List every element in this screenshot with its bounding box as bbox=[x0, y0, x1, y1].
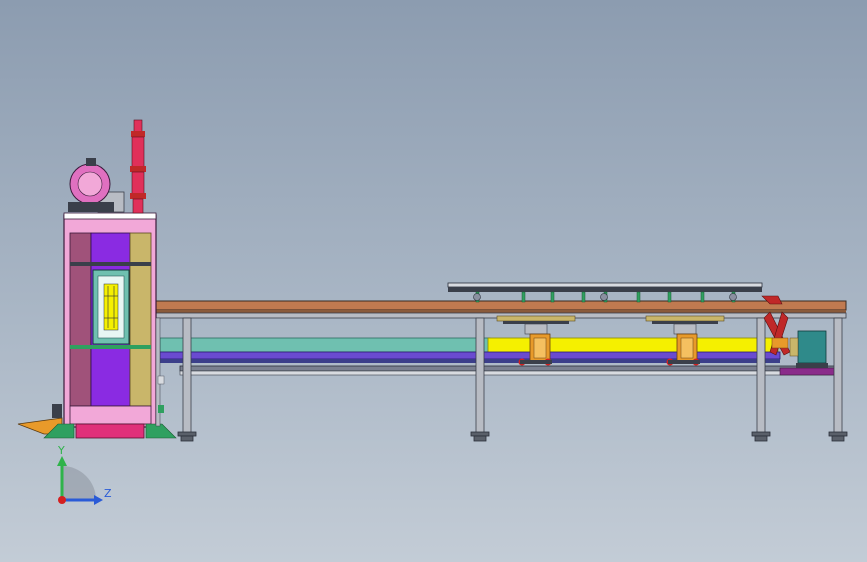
cad-viewport[interactable]: Y Z bbox=[0, 0, 867, 562]
z-axis-label: Z bbox=[104, 487, 112, 500]
table-top bbox=[155, 300, 847, 311]
press-station bbox=[17, 119, 177, 439]
drive-motor bbox=[789, 330, 828, 368]
y-axis-label: Y bbox=[57, 444, 65, 457]
table-legs bbox=[182, 317, 843, 434]
press-motor bbox=[68, 158, 125, 213]
rail-teal bbox=[159, 337, 491, 353]
frame-lower-beam bbox=[179, 365, 837, 372]
coordinate-triad: Y Z bbox=[57, 444, 112, 505]
table-feet bbox=[177, 431, 848, 442]
hydraulic-cylinder bbox=[130, 119, 146, 214]
conveyor-table bbox=[155, 300, 848, 442]
origin-icon bbox=[58, 496, 66, 504]
gantry-beam bbox=[447, 282, 763, 303]
